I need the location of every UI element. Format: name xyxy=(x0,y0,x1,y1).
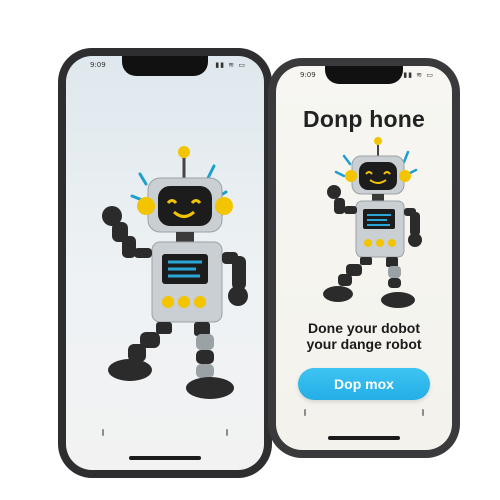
screen-tick xyxy=(226,429,228,436)
tagline-line-1: Done your dobot xyxy=(308,320,420,336)
phone-right-screen: 9:09 ▮▮ ≋ ▭ Donp hone Done your dobot yo… xyxy=(276,66,452,450)
phone-right: 9:09 ▮▮ ≋ ▭ Donp hone Done your dobot yo… xyxy=(268,58,460,458)
notch xyxy=(122,56,208,76)
primary-cta-button[interactable]: Dop mox xyxy=(298,368,430,400)
home-indicator-icon[interactable] xyxy=(129,456,201,460)
status-time: 9:09 xyxy=(300,71,316,79)
status-icons: ▮▮ ≋ ▭ xyxy=(403,71,434,79)
tagline-line-2: your dange robot xyxy=(306,336,422,352)
notch xyxy=(325,66,403,84)
screen-tick xyxy=(304,409,306,416)
screen-tick xyxy=(102,429,104,436)
status-icons: ▮▮ ≋ ▭ xyxy=(215,61,246,69)
home-indicator-icon[interactable] xyxy=(328,436,400,440)
robot-illustration xyxy=(102,146,248,399)
phone-left-screen: 9:09 ▮▮ ≋ ▭ xyxy=(66,56,264,470)
phone-left: 9:09 ▮▮ ≋ ▭ xyxy=(58,48,272,478)
robot-illustration xyxy=(323,137,422,308)
status-time: 9:09 xyxy=(90,61,106,69)
screen-tick xyxy=(422,409,424,416)
